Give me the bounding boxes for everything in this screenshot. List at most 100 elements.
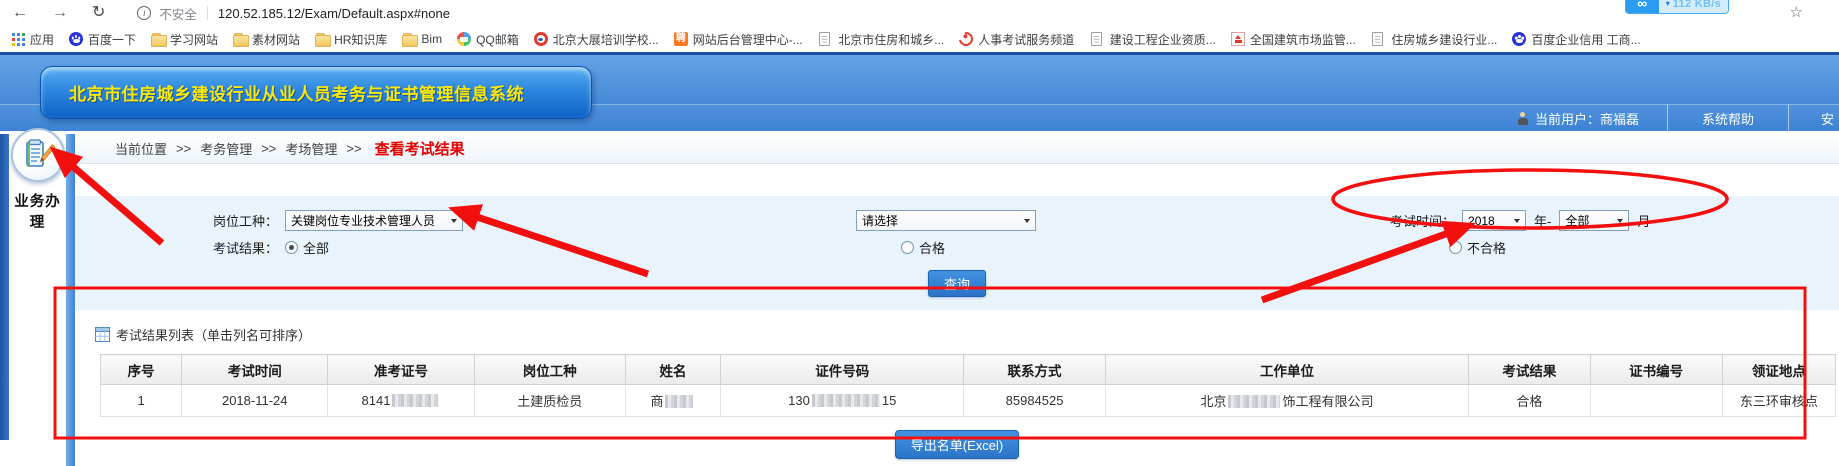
info-icon[interactable]: i [137, 6, 151, 20]
col-pickup-location[interactable]: 领证地点 [1722, 355, 1835, 385]
radio-result-pass[interactable]: 合格 [901, 238, 945, 257]
page-icon [1091, 32, 1102, 46]
job-type-select[interactable]: 关键岗位专业技术管理人员 [285, 210, 463, 231]
radio-label: 合格 [919, 238, 945, 257]
category-select[interactable]: 请选择 [856, 210, 1036, 231]
redacted-mosaic [1228, 395, 1280, 408]
cell-name: 商 [625, 385, 720, 417]
folder-icon [233, 32, 247, 46]
dropdown-arrow-icon [1617, 219, 1623, 223]
business-menu-button[interactable] [11, 128, 65, 182]
name-prefix: 商 [650, 394, 663, 409]
system-title: 北京市住房城乡建设行业从业人员考务与证书管理信息系统 [69, 80, 524, 105]
address-divider [207, 6, 208, 20]
bookmark-baidu-search[interactable]: 百度一下 [69, 31, 136, 48]
bookmark-enterprise-qual[interactable]: 建设工程企业资质... [1089, 31, 1216, 48]
dropdown-arrow-icon [1514, 219, 1520, 223]
reload-icon[interactable]: ↻ [92, 5, 105, 21]
col-exam-date[interactable]: 考试时间 [182, 355, 328, 385]
bookmark-site-admin[interactable]: 聘网站后台管理中心-... [674, 31, 803, 48]
breadcrumb-separator: >> [261, 141, 276, 156]
category-field: 请选择 [640, 210, 1170, 231]
url-text[interactable]: 120.52.185.12/Exam/Default.aspx#none [218, 6, 450, 21]
bookmark-label: 素材网站 [252, 31, 300, 48]
bookmark-label: 住房城乡建设行业... [1391, 31, 1497, 48]
page-icon [1372, 32, 1383, 46]
bookmark-label: Bim [421, 32, 442, 46]
cell-id-number: 13015 [721, 385, 964, 417]
breadcrumb-step: 当前位置 [115, 139, 167, 158]
col-id-number[interactable]: 证件号码 [721, 355, 964, 385]
bookmark-housing-industry[interactable]: 住房城乡建设行业... [1371, 31, 1498, 48]
clipboard-pencil-icon [21, 138, 55, 172]
col-name[interactable]: 姓名 [625, 355, 720, 385]
col-job-type[interactable]: 岗位工种 [474, 355, 625, 385]
bookmark-label: 应用 [30, 31, 54, 48]
ticket-prefix: 8141 [362, 393, 391, 408]
dropdown-arrow-icon [451, 219, 457, 223]
col-company[interactable]: 工作单位 [1105, 355, 1469, 385]
col-contact[interactable]: 联系方式 [964, 355, 1105, 385]
redacted-mosaic [392, 394, 438, 407]
cell-seq: 1 [101, 385, 182, 417]
list-title: 考试结果列表（单击列名可排序） [116, 325, 311, 344]
radio-result-all[interactable]: 全部 [285, 238, 329, 257]
job-type-value: 关键岗位专业技术管理人员 [291, 212, 435, 229]
bookmark-material-sites[interactable]: 素材网站 [233, 31, 300, 48]
cell-cert-no [1590, 385, 1722, 417]
radio-result-fail[interactable]: 不合格 [1449, 238, 1506, 257]
col-result[interactable]: 考试结果 [1469, 355, 1590, 385]
system-help-link[interactable]: 系统帮助 [1668, 109, 1788, 128]
bookmark-dazhan-school[interactable]: 北京大展培训学校... [534, 31, 659, 48]
forward-icon[interactable]: → [52, 5, 68, 21]
back-icon[interactable]: ← [12, 5, 28, 21]
col-ticket-no[interactable]: 准考证号 [328, 355, 474, 385]
person-icon [1517, 112, 1529, 125]
breadcrumb-separator: >> [346, 141, 361, 156]
bookmark-study-sites[interactable]: 学习网站 [151, 31, 218, 48]
bookmark-label: 人事考试服务频道 [978, 31, 1074, 48]
bookmark-label: QQ邮箱 [476, 31, 519, 48]
exam-month-value: 全部 [1565, 212, 1589, 229]
bookmark-baidu-credit[interactable]: 百度企业信用 工商... [1512, 31, 1640, 48]
job-type-label: 岗位工种： [213, 211, 278, 230]
sidebar-left-strip [0, 134, 9, 440]
breadcrumb-step: 考场管理 [285, 139, 337, 158]
search-button[interactable]: 查询 [928, 270, 986, 297]
bookmark-label: 北京大展培训学校... [553, 31, 659, 48]
job-type-field: 岗位工种： 关键岗位专业技术管理人员 [75, 210, 640, 231]
search-button-row: 查询 [75, 270, 1839, 297]
address-bar[interactable]: i 不安全 120.52.185.12/Exam/Default.aspx#no… [137, 4, 450, 23]
bookmark-label: 学习网站 [170, 31, 218, 48]
exam-month-select[interactable]: 全部 [1559, 210, 1629, 231]
bookmark-qq-mail[interactable]: QQ邮箱 [457, 31, 519, 48]
school-badge-icon [534, 32, 548, 46]
cell-result: 合格 [1469, 385, 1590, 417]
bookmark-apps[interactable]: 应用 [12, 31, 54, 48]
id-prefix: 130 [788, 393, 810, 408]
redacted-mosaic [812, 394, 880, 407]
sidebar-item-business[interactable]: 业务办理 [9, 190, 66, 232]
table-header-row: 序号 考试时间 准考证号 岗位工种 姓名 证件号码 联系方式 工作单位 考试结果… [101, 355, 1836, 385]
current-user-label: 当前用户： [1535, 109, 1600, 128]
col-cert-no[interactable]: 证书编号 [1590, 355, 1722, 385]
bookmark-label: 全国建筑市场监管... [1250, 31, 1356, 48]
bookmark-hr-knowledge[interactable]: HR知识库 [315, 31, 387, 48]
bookmark-star-icon[interactable]: ☆ [1790, 3, 1803, 21]
radio-checked-icon[interactable] [285, 241, 298, 254]
category-value: 请选择 [862, 212, 898, 229]
export-excel-button[interactable]: 导出名单(Excel) [895, 430, 1019, 459]
download-speed-badge[interactable]: ∞ ▾ 112 KB/s [1625, 0, 1729, 14]
bookmark-bim[interactable]: Bim [402, 32, 442, 46]
col-seq[interactable]: 序号 [101, 355, 182, 385]
radio-unchecked-icon[interactable] [1449, 241, 1462, 254]
result-filter-label: 考试结果： [213, 238, 278, 257]
bookmark-label: 北京市住房和城乡... [838, 31, 944, 48]
radio-unchecked-icon[interactable] [901, 241, 914, 254]
baidu-icon [1512, 32, 1526, 46]
logout-link[interactable]: 安 [1789, 109, 1839, 128]
bookmark-market-supervision[interactable]: 全国建筑市场监管... [1231, 31, 1356, 48]
bookmark-bj-housing[interactable]: 北京市住房和城乡... [818, 31, 945, 48]
exam-year-select[interactable]: 2018 [1462, 210, 1526, 231]
bookmark-exam-channel[interactable]: 人事考试服务频道 [959, 31, 1074, 48]
